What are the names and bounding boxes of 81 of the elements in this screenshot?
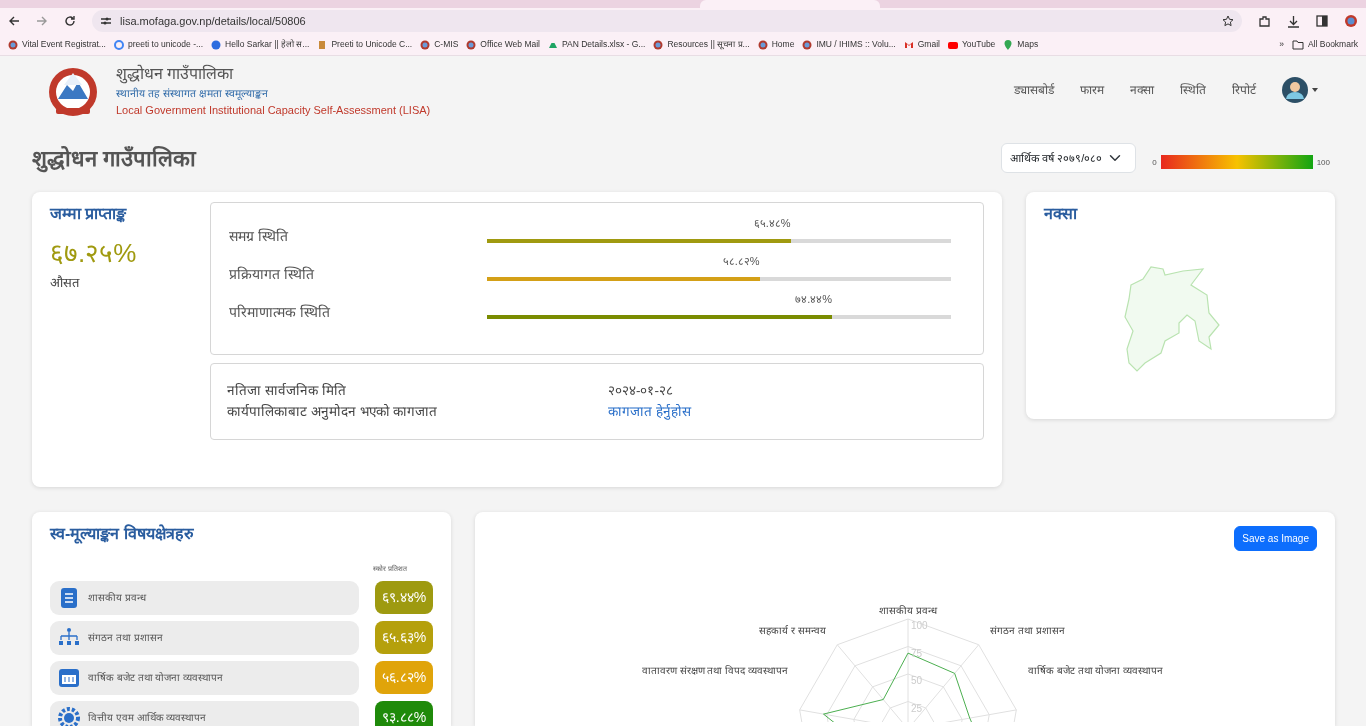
area-item[interactable]: वित्तीय एवम आर्थिक व्यवस्थापन	[50, 700, 359, 726]
axis-label: वातावरण संरक्षण तथा विपद व्यवस्थापन	[641, 665, 788, 676]
bookmark-link[interactable]: Home	[771, 38, 795, 51]
gear-icon	[58, 706, 80, 726]
status-percent: ७४.४४%	[795, 291, 834, 307]
area-item[interactable]: संगठन तथा प्रशासन	[50, 620, 359, 655]
emblem-icon	[653, 39, 664, 50]
nav-link[interactable]: स्थिति	[1180, 81, 1206, 99]
bookmark-link[interactable]: YouTube	[961, 38, 996, 51]
area-item[interactable]: शासकीय प्रवन्ध	[50, 580, 359, 615]
avatar-icon[interactable]	[1282, 77, 1308, 103]
bookmark-link[interactable]: Resources || सूचना प्र...	[667, 38, 750, 51]
bookmark-link[interactable]: Maps	[1017, 38, 1039, 51]
side-panel-icon[interactable]	[1316, 15, 1328, 27]
info-value: २०२४-०१-२८	[608, 382, 673, 401]
site-title: शुद्धोधन गाउँपालिका	[116, 63, 235, 86]
area-item[interactable]: वार्षिक बजेट तथा योजना व्यवस्थापन	[50, 660, 359, 695]
save-image-button[interactable]: Save as Image	[1234, 526, 1317, 551]
legend-min: 0	[1152, 157, 1157, 169]
axis-label: संगठन तथा प्रशासन	[990, 625, 1065, 636]
legend-max: 100	[1316, 157, 1330, 169]
nav-link[interactable]: फारम	[1080, 81, 1104, 99]
emblem-icon	[466, 39, 477, 50]
bookmark-link[interactable]: preeti to unicode -...	[127, 38, 204, 51]
axis-label: शासकीय प्रवन्ध	[879, 605, 937, 616]
score-badge: ६५.६३%	[375, 621, 433, 654]
tick-label: 75	[911, 647, 923, 659]
status-label: प्रक्रियागत स्थिति	[229, 265, 315, 284]
emblem-icon	[757, 39, 768, 50]
bookmark-link[interactable]: Vital Event Registrat...	[22, 38, 106, 51]
bookmark-link[interactable]: Preeti to Unicode C...	[331, 38, 413, 51]
download-icon[interactable]	[1287, 14, 1300, 28]
site-settings-icon[interactable]	[100, 16, 112, 26]
reload-icon[interactable]	[64, 15, 76, 27]
extensions-icon[interactable]	[1258, 14, 1271, 28]
bookmark-link[interactable]: C-MIS	[434, 38, 459, 51]
info-label: कार्यपालिकाबाट अनुमोदन भएको कागजात	[227, 402, 439, 422]
emblem-icon	[8, 39, 18, 50]
card-heading: नक्सा	[1044, 204, 1079, 224]
nav-link[interactable]: ड्यासबोर्ड	[1014, 81, 1054, 99]
card-heading: स्व-मूल्याङ्कन विषयक्षेत्रहरु	[50, 523, 195, 546]
back-icon[interactable]	[8, 15, 20, 27]
emblem-icon	[802, 39, 813, 50]
forward-icon[interactable]	[36, 15, 48, 27]
nav-link[interactable]: नक्सा	[1130, 81, 1154, 99]
info-label: नतिजा सार्वजनिक मिति	[227, 382, 347, 401]
bookmark-link[interactable]: Gmail	[917, 38, 940, 51]
folder-icon	[1291, 39, 1304, 50]
score-caption: औसत	[50, 274, 81, 292]
bookmark-link[interactable]: Office Web Mail	[480, 38, 540, 51]
status-percent: ६५.४८%	[753, 215, 792, 231]
status-percent: ५८.८२%	[722, 253, 761, 269]
axis-label: सहकार्य र समन्वय	[759, 625, 826, 636]
score-badge: ५६.८२%	[375, 661, 433, 694]
emblem-icon[interactable]	[1344, 14, 1358, 28]
bookmark-link[interactable]: Hello Sarkar || हेलो स...	[225, 38, 310, 51]
map-pin-icon	[1003, 39, 1014, 50]
m-logo-icon	[903, 39, 914, 50]
fiscal-year-select[interactable]: आर्थिक वर्ष २०७९/०८०	[1001, 143, 1137, 173]
site-subtitle: स्थानीय तह संस्थागत क्षमता स्वमूल्याङ्कन	[116, 85, 269, 102]
all-bookmarks-link[interactable]: All Bookmark	[1307, 38, 1358, 51]
site-english-title: Local Government Institutional Capacity Self-Assessment (LISA)	[116, 102, 431, 118]
document-icon	[58, 586, 80, 609]
document-link[interactable]: कागजात हेर्नुहोस	[608, 401, 691, 422]
star-icon[interactable]	[1222, 15, 1234, 27]
page-icon	[317, 39, 328, 50]
emblem-icon	[420, 39, 431, 50]
bookmark-link[interactable]: IMU / IHIMS :: Volu...	[816, 38, 896, 51]
calendar-icon	[58, 666, 80, 689]
score-badge: ६९.४४%	[375, 581, 433, 614]
bookmark-link[interactable]: PAN Details.xlsx - G...	[562, 38, 646, 51]
page-title: शुद्धोधन गाउँपालिका	[32, 144, 198, 175]
more-bookmarks-button[interactable]: »	[1279, 38, 1284, 51]
axis-label: वार्षिक बजेट तथा योजना व्यवस्थापन	[1028, 665, 1164, 676]
total-score: ६७.२५%	[50, 237, 138, 270]
status-label: परिमाणात्मक स्थिति	[229, 303, 331, 322]
caret-icon[interactable]	[1312, 88, 1318, 92]
nav-link[interactable]: रिपोर्ट	[1232, 81, 1256, 99]
card-heading: जम्मा प्राप्ताङ्क	[50, 204, 128, 225]
status-label: समग्र स्थिति	[229, 227, 289, 246]
score-badge: ९३.८८%	[375, 701, 433, 726]
